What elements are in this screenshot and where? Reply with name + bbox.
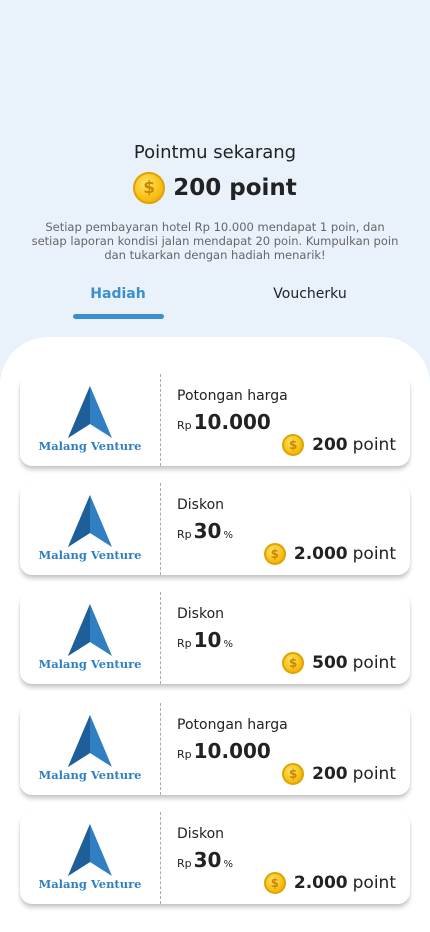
cost-value: 2.000 [293,873,348,893]
coin-icon [133,172,166,204]
currency-label: Rp [177,748,192,761]
reward-type: Diskon [177,497,225,513]
malang-venture-logo-icon [68,495,112,547]
malang-venture-logo-icon [68,604,112,656]
reward-type: Potongan harga [177,388,288,404]
reward-cost: 2.000point [263,543,396,565]
reward-amount: Rp 10.000 [177,410,273,434]
points-value: 200 point [173,175,297,201]
coin-icon [263,872,286,894]
cost-value: 200 [312,435,348,455]
card-divider [160,812,161,904]
reward-cost: 200point [282,434,396,456]
malang-venture-logo-icon [68,386,112,438]
brand-name: Malang Venture [38,877,142,891]
coin-icon [263,543,286,565]
active-tab-indicator [73,314,164,319]
reward-card[interactable]: Malang Venture Potongan harga Rp 10.000 … [20,703,410,795]
cost-unit: point [352,873,396,893]
reward-type: Diskon [177,826,225,842]
tab-voucherku[interactable]: Voucherku [262,286,358,302]
reward-card[interactable]: Malang Venture Diskon Rp 10 % 500point [20,592,410,684]
amount-suffix: % [223,639,233,650]
amount-suffix: % [223,859,233,870]
card-divider [160,592,161,684]
reward-card[interactable]: Malang Venture Diskon Rp 30 % 2.000point [20,483,410,575]
cost-unit: point [352,435,396,455]
amount-value: 30 [193,848,222,872]
card-divider [160,703,161,795]
reward-amount: Rp 30 % [177,848,233,872]
currency-label: Rp [177,857,192,870]
amount-value: 30 [193,519,222,543]
reward-cost: 200point [282,763,396,785]
reward-cost: 2.000point [263,872,396,894]
malang-venture-logo-icon [68,824,112,876]
points-title: Pointmu sekarang [133,142,297,163]
reward-amount: Rp 30 % [177,519,233,543]
brand-logo: Malang Venture [20,483,160,575]
brand-name: Malang Venture [38,768,142,782]
card-divider [160,483,161,575]
brand-logo: Malang Venture [20,812,160,904]
coin-icon [282,652,305,674]
currency-label: Rp [177,419,192,432]
tab-hadiah[interactable]: Hadiah [72,286,164,302]
cost-unit: point [352,544,396,564]
reward-type: Potongan harga [177,717,288,733]
currency-label: Rp [177,528,192,541]
reward-type: Diskon [177,606,225,622]
coin-icon [282,763,305,785]
brand-logo: Malang Venture [20,703,160,795]
amount-value: 10 [193,628,222,652]
cost-value: 2.000 [293,544,348,564]
amount-suffix: % [223,530,233,541]
reward-amount: Rp 10 % [177,628,233,652]
brand-name: Malang Venture [38,439,142,453]
cost-unit: point [352,653,396,673]
brand-name: Malang Venture [38,657,142,671]
reward-card[interactable]: Malang Venture Diskon Rp 30 % 2.000point [20,812,410,904]
brand-name: Malang Venture [38,548,142,562]
amount-value: 10.000 [193,410,271,434]
cost-value: 500 [312,653,348,673]
card-divider [160,374,161,466]
brand-logo: Malang Venture [20,592,160,684]
cost-unit: point [352,764,396,784]
reward-cost: 500point [282,652,396,674]
points-description: Setiap pembayaran hotel Rp 10.000 mendap… [31,220,399,262]
brand-logo: Malang Venture [20,374,160,466]
currency-label: Rp [177,637,192,650]
coin-icon [282,434,305,456]
cost-value: 200 [312,764,348,784]
amount-value: 10.000 [193,739,271,763]
reward-amount: Rp 10.000 [177,739,273,763]
points-balance: 200 point [0,172,430,204]
tab-bar: Hadiah Voucherku [0,286,430,322]
reward-card[interactable]: Malang Venture Potongan harga Rp 10.000 … [20,374,410,466]
malang-venture-logo-icon [68,715,112,767]
